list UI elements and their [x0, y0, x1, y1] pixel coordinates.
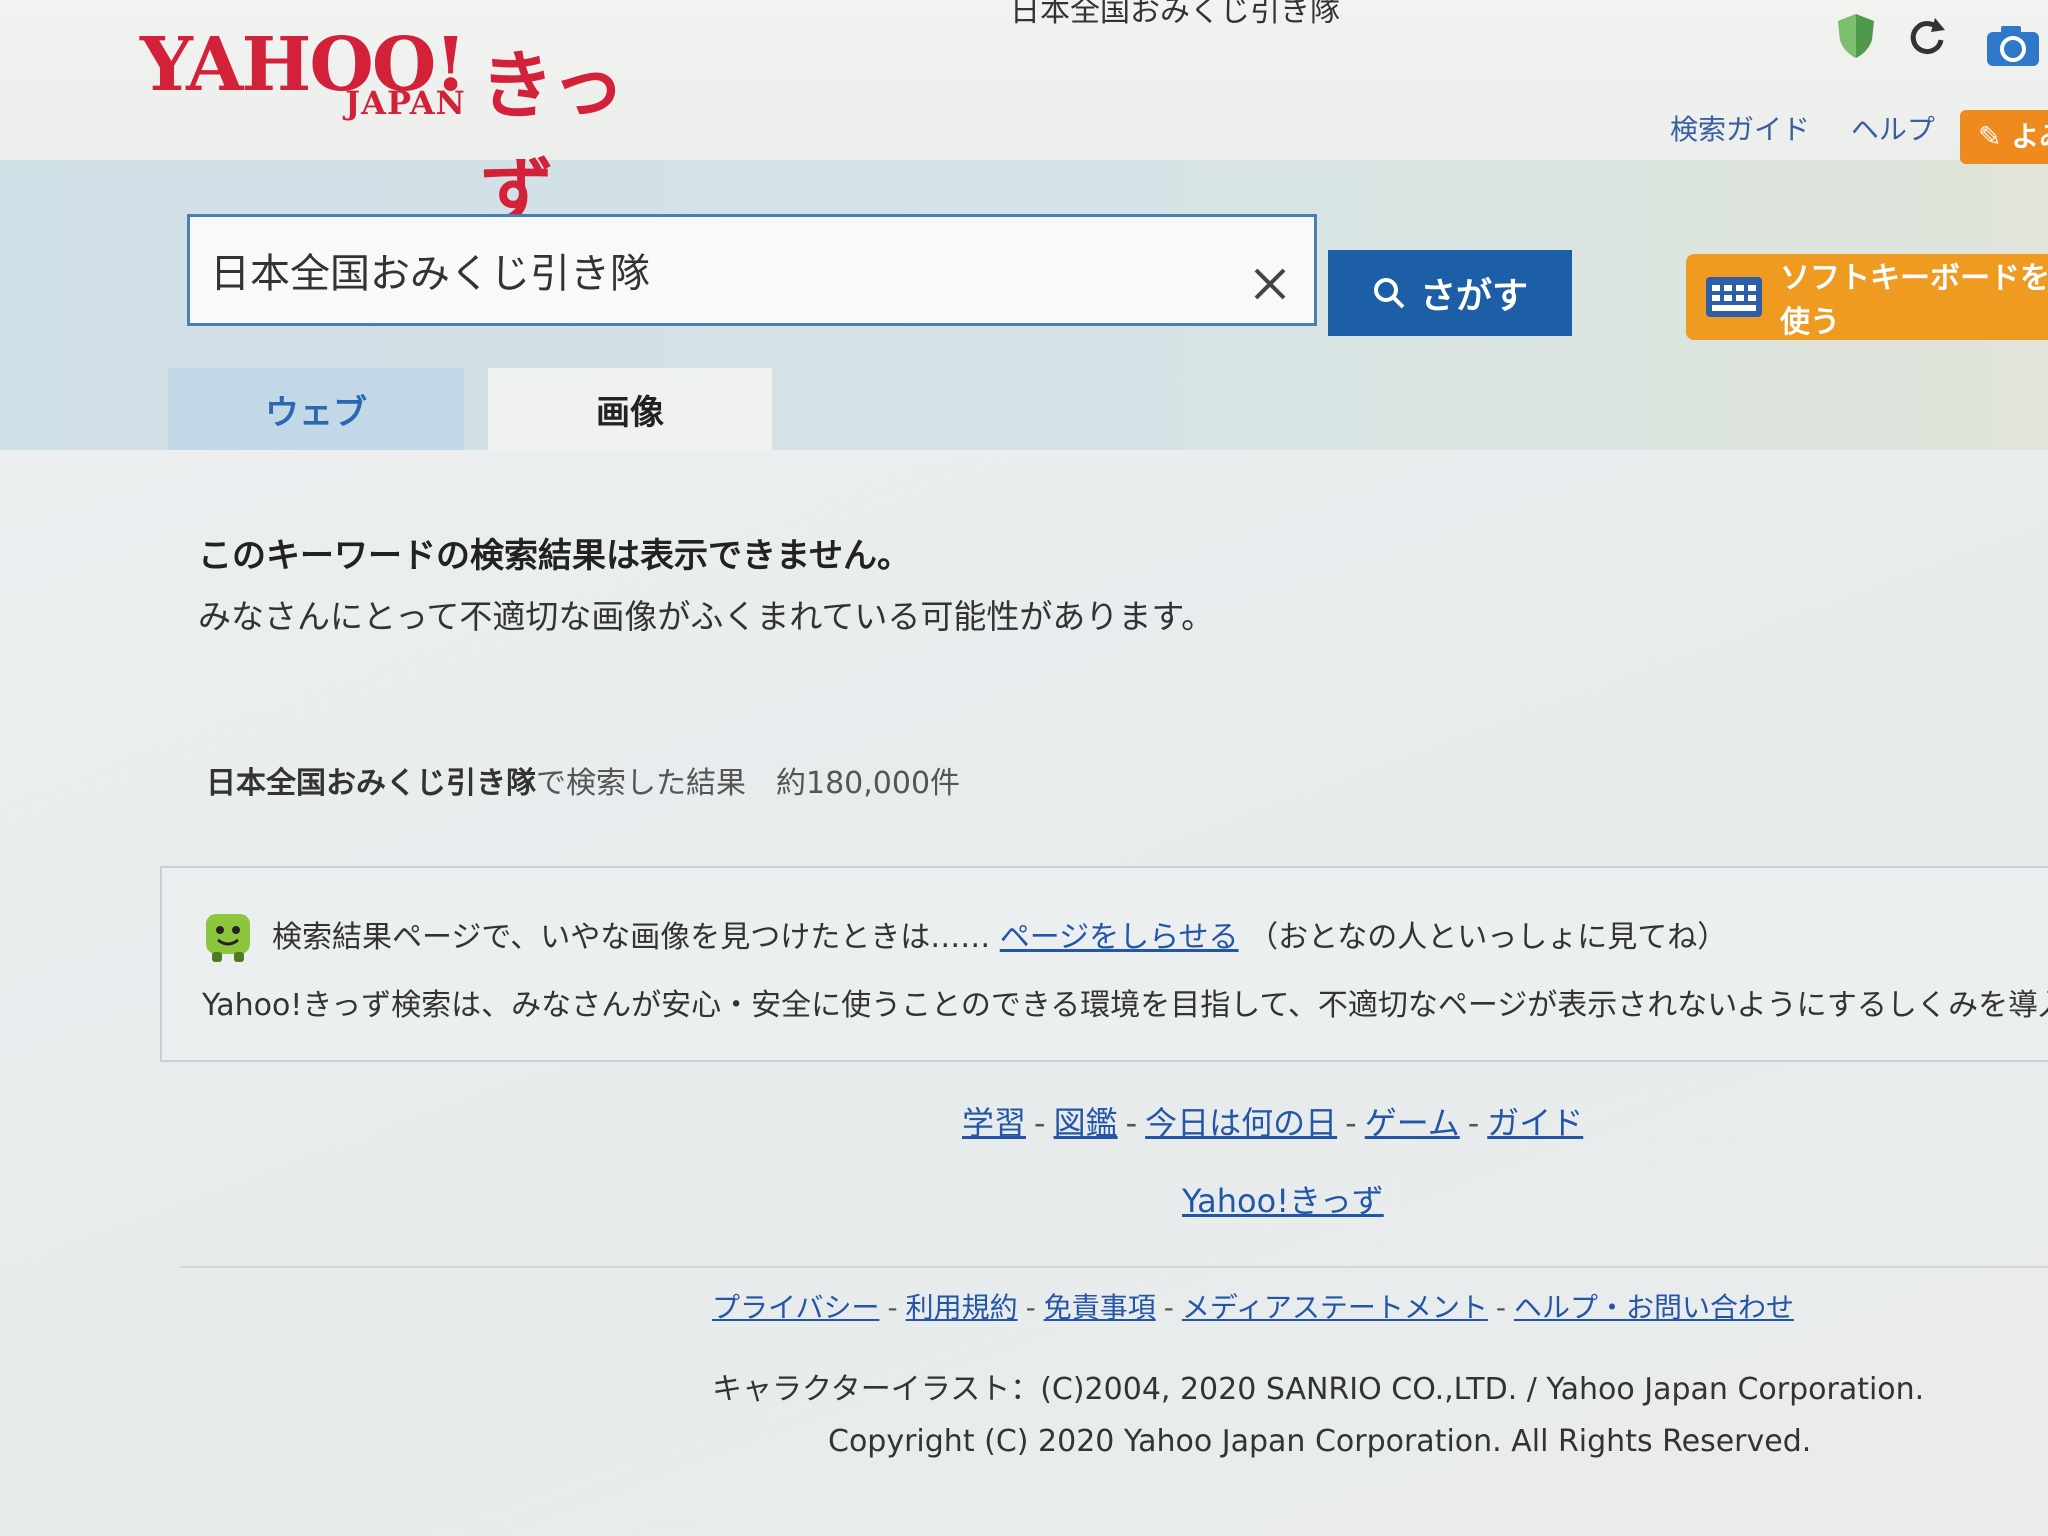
search-icon	[1373, 278, 1405, 309]
camera-icon[interactable]	[1985, 24, 2041, 68]
character-credit: キャラクターイラスト：(C)2004, 2020 SANRIO CO.,LTD.…	[712, 1372, 1925, 1407]
yomi-button[interactable]: ✎ よみ	[1960, 110, 2048, 164]
soft-keyboard-button[interactable]: ソフトキーボードを使う	[1686, 254, 2048, 340]
info-report-line: 検索結果ページで、いやな画像を見つけたときは…… ページをしらせる （おとなの人…	[272, 912, 1727, 956]
result-summary: 日本全国おみくじ引き隊で検索した結果 約180,000件	[206, 758, 960, 802]
footer-home: Yahoo!きっず	[1182, 1176, 1384, 1222]
info-report-suffix: （おとなの人といっしょに見てね）	[1248, 920, 1728, 955]
footer-link-game[interactable]: ゲーム	[1365, 1104, 1460, 1142]
logo-japan-text: JAPAN	[345, 84, 466, 122]
report-page-link[interactable]: ページをしらせる	[1000, 920, 1239, 955]
search-input[interactable]: 日本全国おみくじ引き隊	[187, 214, 1317, 326]
footer-link-privacy[interactable]: プライバシー	[712, 1291, 879, 1324]
browser-toolbar	[1835, 12, 2048, 72]
info-safety-text: Yahoo!きっず検索は、みなさんが安心・安全に使うことのできる環境を目指して、…	[202, 988, 2048, 1023]
footer-link-home[interactable]: Yahoo!きっず	[1182, 1182, 1384, 1220]
search-button[interactable]: さがす	[1328, 250, 1572, 336]
footer-link-study[interactable]: 学習	[962, 1104, 1026, 1142]
result-suffix: で検索した結果	[536, 766, 746, 801]
mascot-icon	[206, 914, 250, 962]
search-button-label: さがす	[1419, 276, 1528, 317]
result-count: 約180,000件	[776, 766, 961, 801]
reload-icon[interactable]	[1905, 14, 1949, 58]
footer-link-guide[interactable]: ガイド	[1487, 1104, 1583, 1142]
notice-title: このキーワードの検索結果は表示できません。	[198, 536, 911, 576]
logo-kids-text: きっず	[480, 43, 626, 236]
info-report-prefix: 検索結果ページで、いやな画像を見つけたときは……	[272, 920, 991, 955]
tab-image[interactable]: 画像	[488, 368, 772, 450]
notice-body: みなさんにとって不適切な画像がふくまれている可能性があります。	[198, 597, 1215, 636]
yomi-label: よみ	[2011, 120, 2048, 153]
clear-icon[interactable]	[1248, 262, 1292, 306]
footer-nav: 学習 - 図鑑 - 今日は何の日 - ゲーム - ガイド	[962, 1104, 1584, 1142]
header-links: 検索ガイド ヘルプ	[1670, 108, 1967, 148]
soft-keyboard-label: ソフトキーボードを使う	[1780, 261, 2048, 340]
search-guide-link[interactable]: 検索ガイド	[1670, 113, 1810, 146]
help-link[interactable]: ヘルプ	[1851, 113, 1935, 146]
pencil-icon: ✎	[1978, 120, 2002, 153]
tab-web[interactable]: ウェブ	[168, 368, 464, 450]
result-keyword: 日本全国おみくじ引き隊	[206, 766, 536, 801]
footer-link-help[interactable]: ヘルプ・お問い合わせ	[1514, 1291, 1794, 1324]
copyright: Copyright (C) 2020 Yahoo Japan Corporati…	[828, 1424, 1812, 1459]
footer-link-terms[interactable]: 利用規約	[906, 1291, 1018, 1324]
yahoo-kids-logo[interactable]: YAHOO! JAPAN きっず	[140, 22, 680, 236]
shield-icon[interactable]	[1835, 12, 1877, 60]
footer-link-media[interactable]: メディアステートメント	[1182, 1291, 1488, 1324]
footer-link-disclaimer[interactable]: 免責事項	[1044, 1291, 1156, 1324]
window-title: 日本全国おみくじ引き隊	[1010, 0, 1340, 29]
footer-legal: プライバシー - 利用規約 - 免責事項 - メディアステートメント - ヘルプ・お問い合わせ	[712, 1291, 1794, 1324]
info-box: 検索結果ページで、いやな画像を見つけたときは…… ページをしらせる （おとなの人…	[160, 866, 2048, 1062]
footer-link-encyclopedia[interactable]: 図鑑	[1054, 1104, 1118, 1142]
keyboard-icon	[1706, 277, 1762, 317]
footer-divider	[180, 1266, 2048, 1268]
footer-link-today[interactable]: 今日は何の日	[1145, 1104, 1337, 1142]
